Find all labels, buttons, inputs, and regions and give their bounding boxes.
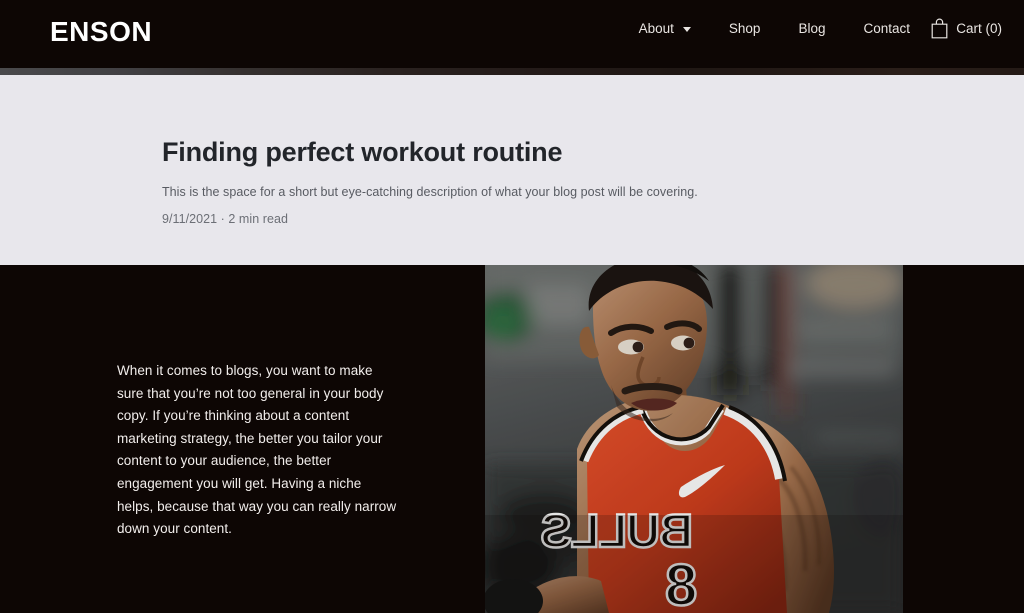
page-root: ENSON About Shop Blog Contact Cart (0) F… [0,0,1024,613]
article-body: When it comes to blogs, you want to make… [117,363,397,537]
gym-photo-illustration: BULLS 8 [485,265,903,613]
nav-item-shop-label: Shop [728,21,761,36]
hero-content: Finding perfect workout routine This is … [162,136,922,226]
nav-item-contact[interactable]: Contact [863,22,910,36]
nav-item-blog[interactable]: Blog [798,22,825,36]
shopping-bag-icon [931,18,948,39]
cart-button[interactable]: Cart (0) [931,18,1002,39]
nav-item-contact-label: Contact [863,21,910,36]
nav-item-blog-label: Blog [798,21,826,36]
article-section: When it comes to blogs, you want to make… [0,265,1024,613]
article-image: BULLS 8 [485,265,903,613]
main-nav: About Shop Blog Contact [639,22,910,36]
cart-label: Cart (0) [956,21,1002,36]
nav-item-about-label: About [638,21,674,36]
nav-item-shop[interactable]: Shop [729,22,761,36]
post-meta: 9/11/2021 · 2 min read [162,211,288,226]
nav-item-about[interactable]: About [639,22,691,36]
hero-section: Finding perfect workout routine This is … [0,75,1024,265]
chevron-down-icon[interactable] [682,27,691,33]
header-divider-strip [0,68,1024,75]
site-logo[interactable]: ENSON [50,18,152,46]
page-title: Finding perfect workout routine [162,137,563,167]
hero-subtitle: This is the space for a short but eye-ca… [162,185,698,200]
site-header: ENSON About Shop Blog Contact Cart (0) [0,0,1024,68]
